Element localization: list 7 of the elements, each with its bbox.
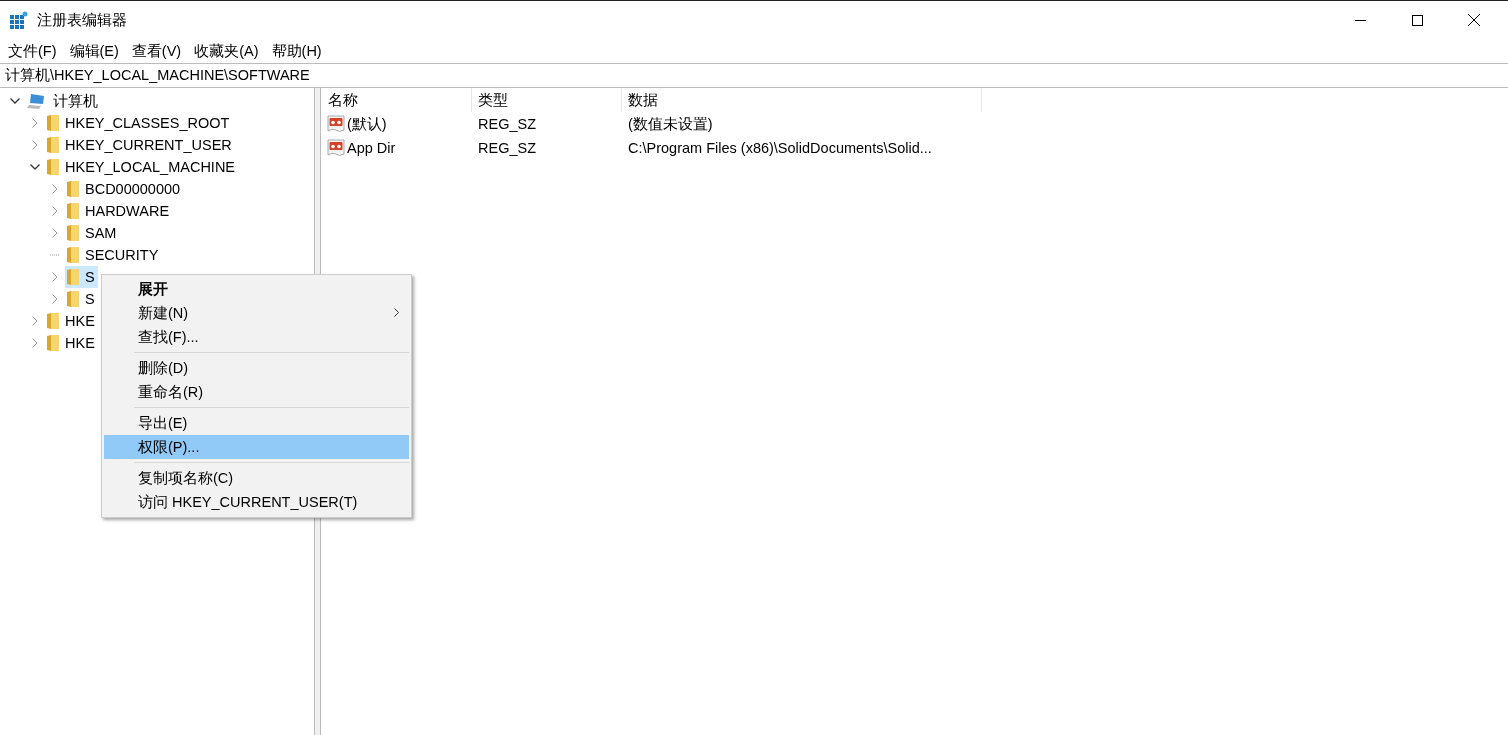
table-cell: (默认): [347, 114, 387, 134]
table-cell-text: REG_SZ: [477, 140, 537, 156]
table-cell-text: C:\Program Files (x86)\SolidDocuments\Solid...: [627, 140, 933, 156]
table-cell-text: REG_SZ: [477, 116, 537, 132]
table-cell-text: (数值未设置): [627, 114, 714, 134]
window-title: 注册表编辑器: [37, 10, 127, 30]
table-cell: App Dir: [347, 140, 396, 156]
